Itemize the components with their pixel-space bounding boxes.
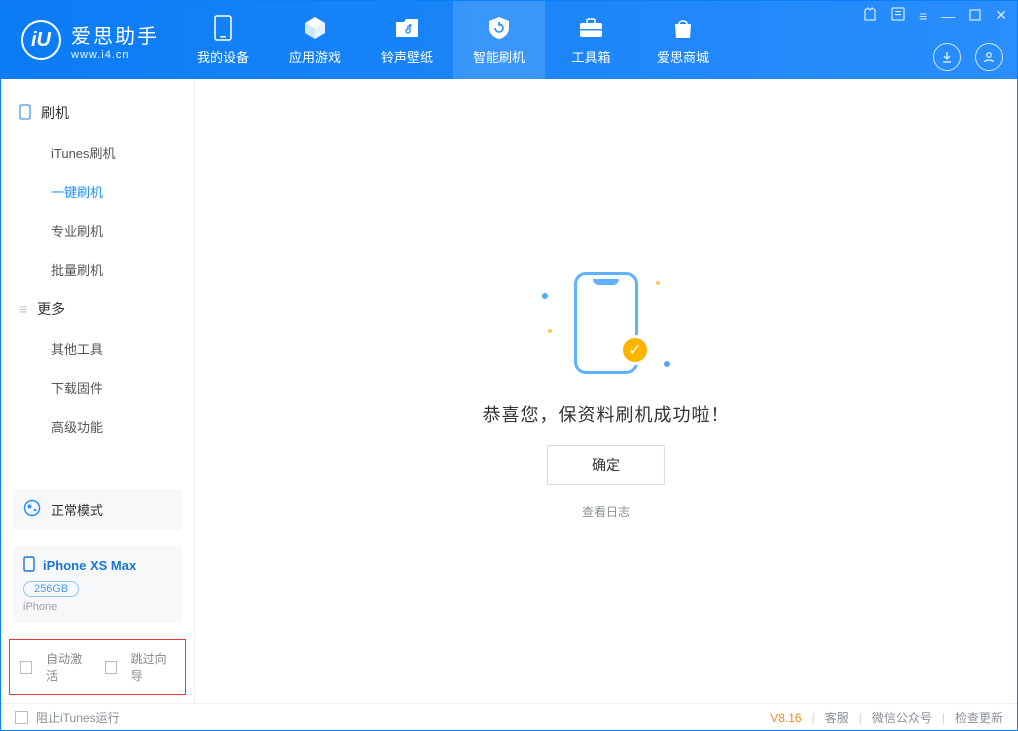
shopping-bag-icon [670, 15, 696, 41]
feedback-icon[interactable] [891, 7, 905, 24]
success-message: 恭喜您，保资料刷机成功啦！ [483, 401, 730, 427]
check-label-skip: 跳过向导 [131, 650, 175, 684]
logo-block: iU 爱思助手 www.i4.cn [1, 1, 177, 79]
nav-label: 爱思商城 [657, 47, 709, 66]
header: iU 爱思助手 www.i4.cn 我的设备 应用游戏 铃声壁纸 智能刷机 工具… [1, 1, 1017, 79]
device-type: iPhone [23, 601, 172, 613]
phone-small-icon [19, 104, 31, 123]
sidebar-section-flash: 刷机 [1, 93, 194, 133]
cube-icon [302, 15, 328, 41]
nav-ringtone-wallpaper[interactable]: 铃声壁纸 [361, 1, 453, 79]
maximize-icon[interactable] [969, 8, 981, 24]
view-log-link[interactable]: 查看日志 [582, 503, 630, 520]
checkbox-auto-activate[interactable] [20, 661, 32, 674]
device-phone-icon [23, 556, 35, 575]
nav-store[interactable]: 爱思商城 [637, 1, 729, 79]
device-name: iPhone XS Max [43, 558, 136, 573]
header-right-buttons [933, 43, 1003, 71]
nav-smart-flash[interactable]: 智能刷机 [453, 1, 545, 79]
logo-text: 爱思助手 www.i4.cn [71, 20, 159, 61]
music-folder-icon [394, 15, 420, 41]
footer-right: V8.16 | 客服 | 微信公众号 | 检查更新 [770, 709, 1003, 726]
briefcase-icon [578, 15, 604, 41]
shield-refresh-icon [486, 15, 512, 41]
section-title: 更多 [37, 299, 65, 319]
mode-icon [23, 499, 41, 520]
flash-options-row: 自动激活 跳过向导 [9, 639, 186, 695]
body: 刷机 iTunes刷机 一键刷机 专业刷机 批量刷机 ≡ 更多 其他工具 下载固… [1, 79, 1017, 703]
sidebar-item-advanced[interactable]: 高级功能 [1, 407, 194, 446]
titlebar-controls: ≡ — ✕ [863, 7, 1007, 24]
list-icon: ≡ [19, 301, 27, 317]
sidebar-item-itunes-flash[interactable]: iTunes刷机 [1, 133, 194, 172]
mode-label: 正常模式 [51, 500, 103, 519]
sidebar: 刷机 iTunes刷机 一键刷机 专业刷机 批量刷机 ≡ 更多 其他工具 下载固… [1, 79, 195, 703]
nav-label: 工具箱 [571, 47, 610, 66]
app-title: 爱思助手 [71, 20, 159, 49]
menu-icon[interactable]: ≡ [919, 8, 927, 24]
user-button[interactable] [975, 43, 1003, 71]
checkbox-block-itunes[interactable] [15, 711, 28, 724]
version-label: V8.16 [770, 711, 801, 725]
close-icon[interactable]: ✕ [995, 7, 1007, 24]
footer: 阻止iTunes运行 V8.16 | 客服 | 微信公众号 | 检查更新 [1, 703, 1017, 731]
nav-my-device[interactable]: 我的设备 [177, 1, 269, 79]
nav-toolbox[interactable]: 工具箱 [545, 1, 637, 79]
nav-label: 我的设备 [197, 47, 249, 66]
sidebar-item-batch-flash[interactable]: 批量刷机 [1, 250, 194, 289]
footer-block-itunes-label: 阻止iTunes运行 [36, 709, 120, 726]
sidebar-item-pro-flash[interactable]: 专业刷机 [1, 211, 194, 250]
device-name-row: iPhone XS Max [23, 556, 172, 575]
device-capacity: 256GB [23, 581, 79, 597]
nav: 我的设备 应用游戏 铃声壁纸 智能刷机 工具箱 爱思商城 [177, 1, 729, 79]
checkbox-skip-guide[interactable] [105, 661, 117, 674]
device-icon [210, 15, 236, 41]
download-button[interactable] [933, 43, 961, 71]
ok-button[interactable]: 确定 [547, 445, 665, 485]
logo-icon: iU [21, 20, 61, 60]
sidebar-item-download-firmware[interactable]: 下载固件 [1, 368, 194, 407]
nav-label: 铃声壁纸 [381, 47, 433, 66]
section-title: 刷机 [41, 103, 69, 123]
nav-apps-games[interactable]: 应用游戏 [269, 1, 361, 79]
sidebar-item-oneclick-flash[interactable]: 一键刷机 [1, 172, 194, 211]
skin-icon[interactable] [863, 7, 877, 24]
device-card[interactable]: iPhone XS Max 256GB iPhone [13, 546, 182, 623]
success-illustration: ✓ [536, 263, 676, 383]
app-subtitle: www.i4.cn [71, 49, 159, 61]
footer-wechat[interactable]: 微信公众号 [872, 709, 932, 726]
mode-card[interactable]: 正常模式 [13, 489, 182, 530]
footer-service[interactable]: 客服 [825, 709, 849, 726]
check-badge-icon: ✓ [620, 335, 650, 365]
nav-label: 应用游戏 [289, 47, 341, 66]
footer-check-update[interactable]: 检查更新 [955, 709, 1003, 726]
main-content: ✓ 恭喜您，保资料刷机成功啦！ 确定 查看日志 [195, 79, 1017, 703]
nav-label: 智能刷机 [473, 47, 525, 66]
minimize-icon[interactable]: — [941, 8, 955, 24]
check-label-auto: 自动激活 [46, 650, 90, 684]
sidebar-item-other-tools[interactable]: 其他工具 [1, 329, 194, 368]
sidebar-section-more: ≡ 更多 [1, 289, 194, 329]
